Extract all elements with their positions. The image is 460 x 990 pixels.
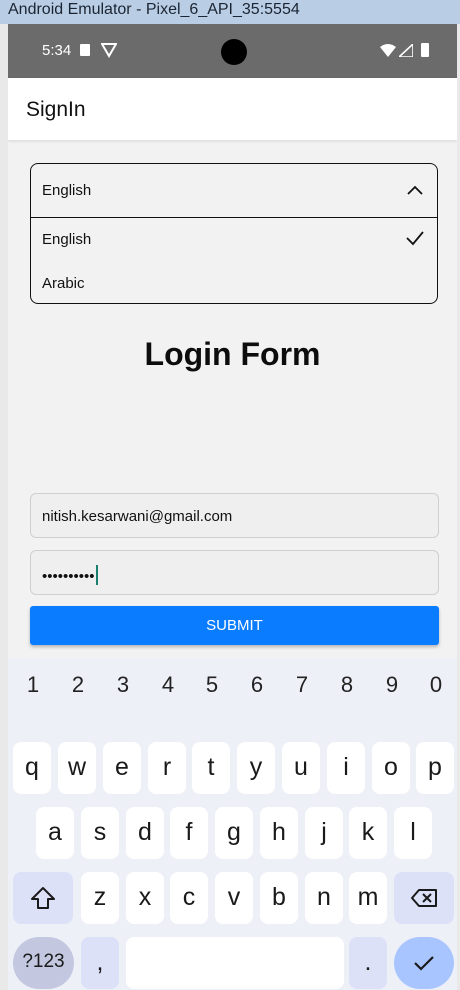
- language-dropdown-toggle[interactable]: English: [31, 164, 437, 218]
- language-option-english[interactable]: English: [31, 219, 437, 261]
- status-time: 5:34: [42, 42, 72, 59]
- key-0[interactable]: 0: [416, 672, 456, 698]
- shift-arrow-icon: [31, 887, 55, 910]
- key-m[interactable]: m: [349, 872, 387, 924]
- selected-language: English: [42, 182, 92, 199]
- key-9[interactable]: 9: [372, 672, 412, 698]
- backspace-icon: [411, 889, 437, 908]
- status-bar: 5:34: [8, 24, 457, 78]
- key-k[interactable]: k: [349, 807, 387, 859]
- comma-key[interactable]: ,: [81, 937, 119, 989]
- key-u[interactable]: u: [282, 742, 320, 794]
- key-d[interactable]: d: [126, 807, 164, 859]
- password-value: ••••••••••: [42, 565, 98, 585]
- language-option-label: Arabic: [42, 275, 85, 292]
- language-option-arabic[interactable]: Arabic: [31, 263, 437, 305]
- key-i[interactable]: i: [327, 742, 365, 794]
- backspace-key[interactable]: [394, 872, 454, 924]
- key-v[interactable]: v: [215, 872, 253, 924]
- key-o[interactable]: o: [372, 742, 410, 794]
- language-dropdown: English English Arabic: [30, 163, 438, 304]
- on-screen-keyboard: 1 2 3 4 5 6 7 8 9 0 q w e r t y u i o p …: [8, 658, 457, 990]
- key-a[interactable]: a: [36, 807, 74, 859]
- key-y[interactable]: y: [237, 742, 275, 794]
- key-r[interactable]: r: [148, 742, 186, 794]
- battery-icon: [421, 43, 429, 57]
- space-bar[interactable]: [126, 937, 344, 989]
- enter-key[interactable]: [394, 937, 454, 989]
- emulator-window-title: Android Emulator - Pixel_6_API_35:5554: [0, 0, 460, 24]
- window-frame-left: [0, 24, 8, 990]
- password-field[interactable]: ••••••••••: [30, 550, 439, 595]
- signal-icon: [396, 42, 414, 62]
- shift-key[interactable]: [13, 872, 73, 924]
- phone-screen: 5:34 SignIn English English Arabic Login…: [8, 24, 457, 990]
- key-s[interactable]: s: [81, 807, 119, 859]
- sim-card-icon: [80, 44, 90, 56]
- app-bar: SignIn: [8, 78, 457, 140]
- vpn-icon: [100, 42, 118, 63]
- keyboard-number-row: 1 2 3 4 5 6 7 8 9 0: [8, 668, 457, 708]
- key-f[interactable]: f: [170, 807, 208, 859]
- key-3[interactable]: 3: [103, 672, 143, 698]
- key-4[interactable]: 4: [148, 672, 188, 698]
- email-field[interactable]: nitish.kesarwani@gmail.com: [30, 493, 439, 538]
- email-value: nitish.kesarwani@gmail.com: [42, 508, 233, 525]
- text-cursor: [95, 565, 98, 585]
- key-8[interactable]: 8: [327, 672, 367, 698]
- key-g[interactable]: g: [215, 807, 253, 859]
- key-q[interactable]: q: [13, 742, 51, 794]
- front-camera: [221, 39, 247, 65]
- check-icon: [405, 229, 425, 252]
- key-l[interactable]: l: [394, 807, 432, 859]
- language-option-label: English: [42, 231, 92, 248]
- key-t[interactable]: t: [192, 742, 230, 794]
- chevron-up-icon: [407, 183, 423, 201]
- key-j[interactable]: j: [305, 807, 343, 859]
- symbols-key[interactable]: ?123: [13, 937, 74, 989]
- key-n[interactable]: n: [305, 872, 343, 924]
- key-x[interactable]: x: [126, 872, 164, 924]
- page-title: SignIn: [26, 98, 86, 121]
- key-p[interactable]: p: [416, 742, 454, 794]
- checkmark-icon: [414, 956, 434, 971]
- key-h[interactable]: h: [260, 807, 298, 859]
- key-6[interactable]: 6: [237, 672, 277, 698]
- key-w[interactable]: w: [58, 742, 96, 794]
- submit-button[interactable]: SUBMIT: [30, 606, 439, 645]
- period-key[interactable]: .: [349, 937, 387, 989]
- key-2[interactable]: 2: [58, 672, 98, 698]
- wifi-icon: [380, 44, 396, 62]
- key-e[interactable]: e: [103, 742, 141, 794]
- password-dots: ••••••••••: [42, 568, 95, 585]
- key-c[interactable]: c: [170, 872, 208, 924]
- form-title: Login Form: [144, 336, 321, 372]
- key-b[interactable]: b: [260, 872, 298, 924]
- key-7[interactable]: 7: [282, 672, 322, 698]
- key-z[interactable]: z: [81, 872, 119, 924]
- key-5[interactable]: 5: [192, 672, 232, 698]
- key-1[interactable]: 1: [13, 672, 53, 698]
